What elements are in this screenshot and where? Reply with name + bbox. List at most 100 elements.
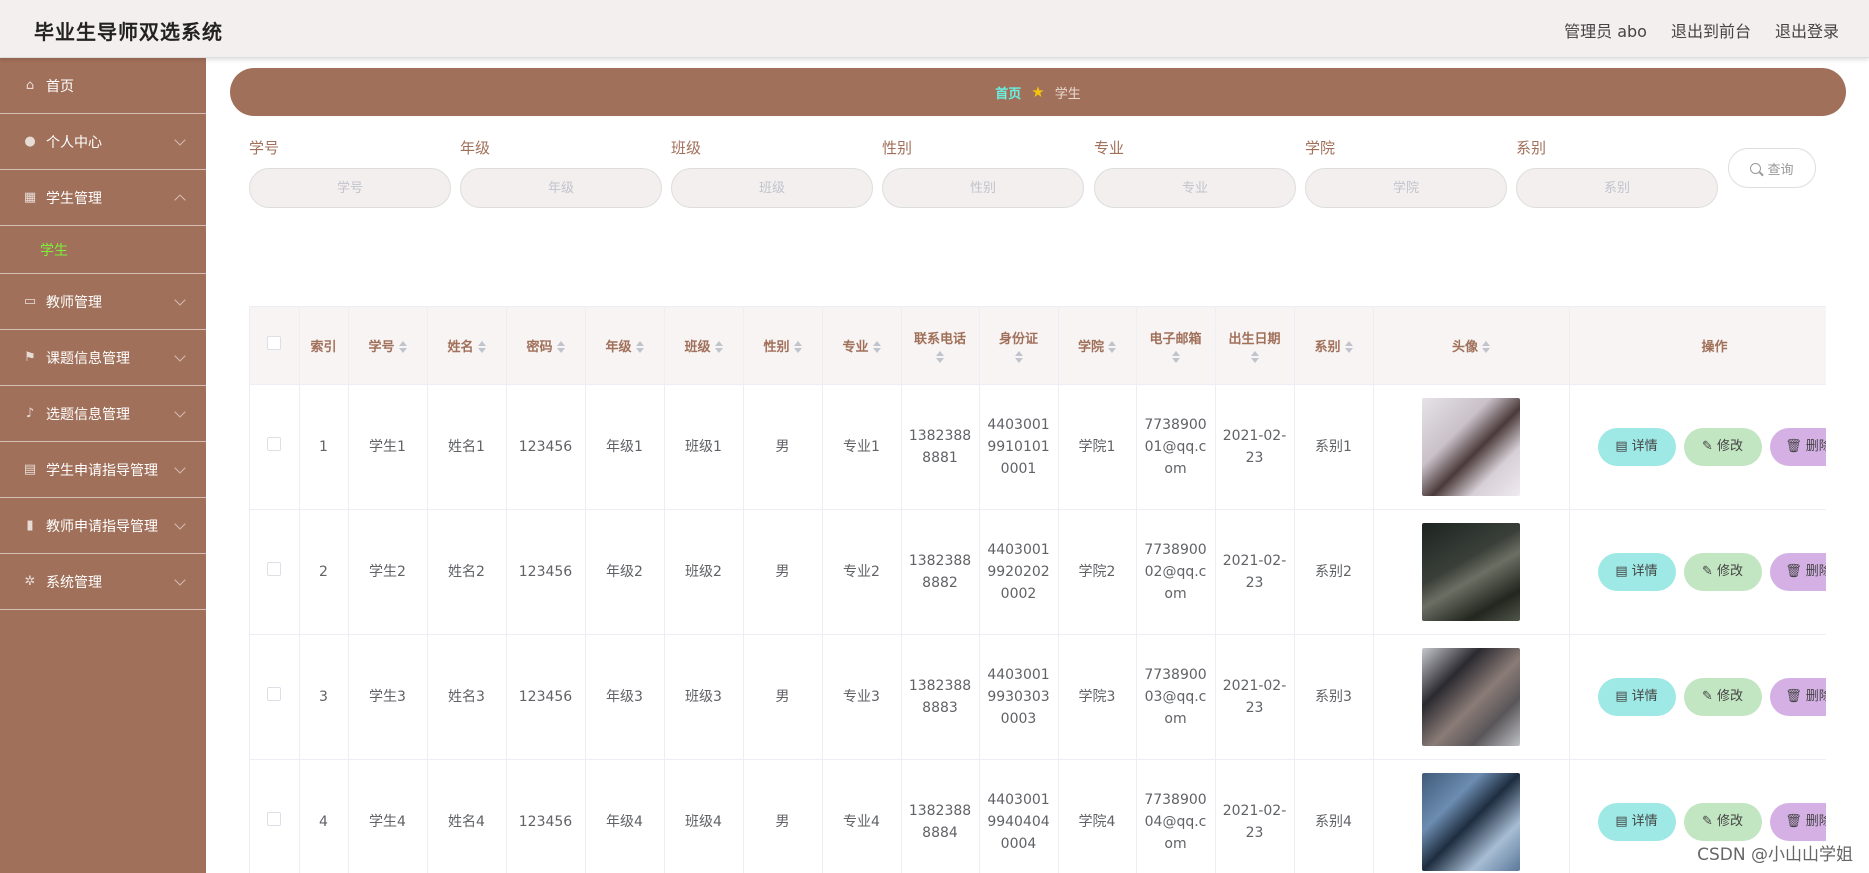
sidebar-item-label: 个人中心 bbox=[46, 134, 102, 151]
edit-button[interactable]: ✎ 修改 bbox=[1683, 552, 1762, 591]
col-birth[interactable]: 出生日期 bbox=[1215, 307, 1295, 385]
dept-input[interactable] bbox=[1516, 168, 1718, 208]
class-input[interactable] bbox=[671, 168, 873, 208]
search-field-student-no: 学号 bbox=[249, 128, 451, 208]
select-all-header[interactable] bbox=[250, 307, 300, 385]
college-input[interactable] bbox=[1305, 168, 1507, 208]
grid-icon: ▦ bbox=[23, 190, 37, 205]
detail-button[interactable]: ▤ 详情 bbox=[1597, 677, 1676, 716]
col-password[interactable]: 密码 bbox=[506, 307, 586, 385]
major-input[interactable] bbox=[1094, 168, 1296, 208]
col-major[interactable]: 专业 bbox=[822, 307, 902, 385]
settings-icon: ✲ bbox=[24, 574, 36, 589]
delete-button[interactable]: 🗑删除 bbox=[1769, 552, 1826, 591]
logout-link[interactable]: 退出登录 bbox=[1775, 18, 1839, 42]
col-gender[interactable]: 性别 bbox=[743, 307, 823, 385]
avatar bbox=[1422, 522, 1520, 621]
grade-input[interactable] bbox=[460, 168, 662, 208]
home-icon: ⌂ bbox=[25, 78, 35, 93]
cell-gender: 男 bbox=[743, 384, 823, 510]
col-index: 索引 bbox=[299, 307, 349, 385]
col-college[interactable]: 学院 bbox=[1058, 307, 1137, 385]
bar-chart-icon: ▮ bbox=[26, 518, 34, 533]
cell-phone: 13823888882 bbox=[901, 509, 980, 635]
back-to-frontend-link[interactable]: 退出到前台 bbox=[1671, 18, 1751, 42]
gender-input[interactable] bbox=[882, 168, 1084, 208]
select-all-checkbox[interactable] bbox=[267, 336, 282, 351]
student-no-input[interactable] bbox=[249, 168, 451, 208]
col-avatar[interactable]: 头像 bbox=[1373, 307, 1570, 385]
cell-major: 专业3 bbox=[822, 634, 902, 760]
chevron-down-icon bbox=[174, 294, 186, 306]
edit-button[interactable]: ✎ 修改 bbox=[1683, 677, 1762, 716]
edit-icon: ✎ bbox=[1702, 438, 1713, 454]
query-button[interactable]: 查询 bbox=[1728, 148, 1816, 188]
trash-icon: 🗑 bbox=[1785, 438, 1802, 454]
sort-icon bbox=[1171, 350, 1180, 363]
sidebar-item-label: 教师管理 bbox=[46, 294, 102, 311]
col-phone[interactable]: 联系电话 bbox=[901, 307, 980, 385]
sidebar-item-student-management[interactable]: ▦ 学生管理 bbox=[0, 170, 206, 226]
search-field-dept: 系别 bbox=[1516, 128, 1718, 208]
col-student-no[interactable]: 学号 bbox=[348, 307, 428, 385]
cell-student-no: 学生4 bbox=[348, 759, 428, 873]
col-grade[interactable]: 年级 bbox=[585, 307, 665, 385]
sidebar-subitem-student[interactable]: 学生 bbox=[0, 226, 206, 274]
user-icon: ● bbox=[24, 134, 36, 149]
cell-email: 773890002@qq.com bbox=[1136, 509, 1216, 635]
col-class[interactable]: 班级 bbox=[664, 307, 744, 385]
row-checkbox[interactable] bbox=[267, 811, 282, 826]
col-dept[interactable]: 系别 bbox=[1294, 307, 1374, 385]
edit-button[interactable]: ✎ 修改 bbox=[1683, 427, 1762, 466]
cell-grade: 年级2 bbox=[585, 509, 665, 635]
sidebar-item-teacher-management[interactable]: ▭ 教师管理 bbox=[0, 274, 206, 330]
row-checkbox[interactable] bbox=[267, 561, 282, 576]
row-checkbox[interactable] bbox=[267, 436, 282, 451]
sidebar-item-label: 首页 bbox=[46, 78, 74, 95]
admin-user-label[interactable]: 管理员 abo bbox=[1564, 18, 1647, 42]
mic-icon: ♪ bbox=[25, 406, 35, 421]
app-title: 毕业生导师双选系统 bbox=[34, 20, 223, 44]
breadcrumb-current: 学生 bbox=[1054, 86, 1081, 102]
col-id-card[interactable]: 身份证 bbox=[979, 307, 1059, 385]
sidebar-item-student-application[interactable]: ▤ 学生申请指导管理 bbox=[0, 442, 206, 498]
col-name[interactable]: 姓名 bbox=[427, 307, 507, 385]
trash-icon: 🗑 bbox=[1785, 563, 1802, 579]
sidebar-item-personal-center[interactable]: ● 个人中心 bbox=[0, 114, 206, 170]
delete-button[interactable]: 🗑删除 bbox=[1769, 677, 1826, 716]
sidebar-item-topic-management[interactable]: ⚑ 课题信息管理 bbox=[0, 330, 206, 386]
breadcrumb-home[interactable]: 首页 bbox=[995, 83, 1021, 102]
detail-button[interactable]: ▤ 详情 bbox=[1597, 552, 1676, 591]
trash-icon: 🗑 bbox=[1785, 813, 1802, 829]
search-field-grade: 年级 bbox=[460, 128, 662, 208]
edit-icon: ✎ bbox=[1702, 813, 1713, 829]
cell-birth: 2021-02-23 bbox=[1215, 509, 1295, 635]
sidebar-item-system-management[interactable]: ✲ 系统管理 bbox=[0, 554, 206, 610]
detail-button[interactable]: ▤ 详情 bbox=[1597, 427, 1676, 466]
delete-button[interactable]: 🗑删除 bbox=[1769, 802, 1826, 841]
sort-icon bbox=[477, 341, 486, 354]
chevron-down-icon bbox=[174, 350, 186, 362]
sort-icon bbox=[1250, 350, 1259, 363]
sidebar-item-teacher-application[interactable]: ▮ 教师申请指导管理 bbox=[0, 498, 206, 554]
cell-password: 123456 bbox=[506, 384, 586, 510]
edit-button[interactable]: ✎ 修改 bbox=[1683, 802, 1762, 841]
sort-icon bbox=[1482, 341, 1490, 354]
sidebar-item-label: 选题信息管理 bbox=[46, 406, 130, 423]
cell-name: 姓名2 bbox=[427, 509, 507, 635]
cell-password: 123456 bbox=[506, 634, 586, 760]
col-email[interactable]: 电子邮箱 bbox=[1136, 307, 1216, 385]
col-ops: 操作 bbox=[1569, 307, 1826, 385]
chevron-down-icon bbox=[174, 406, 186, 418]
sidebar-item-label: 学生管理 bbox=[46, 190, 102, 207]
sort-icon bbox=[1108, 341, 1116, 354]
table-row: 4 学生4 姓名4 123456 年级4 班级4 男 专业4 138238888… bbox=[250, 759, 1826, 873]
document-icon: ▤ bbox=[1615, 438, 1628, 454]
sidebar-item-selection-management[interactable]: ♪ 选题信息管理 bbox=[0, 386, 206, 442]
sidebar-item-home[interactable]: ⌂ 首页 bbox=[0, 58, 206, 114]
cell-name: 姓名1 bbox=[427, 384, 507, 510]
delete-button[interactable]: 🗑删除 bbox=[1769, 427, 1826, 466]
detail-button[interactable]: ▤ 详情 bbox=[1597, 802, 1676, 841]
row-checkbox[interactable] bbox=[267, 686, 282, 701]
cell-dept: 系别2 bbox=[1294, 509, 1374, 635]
